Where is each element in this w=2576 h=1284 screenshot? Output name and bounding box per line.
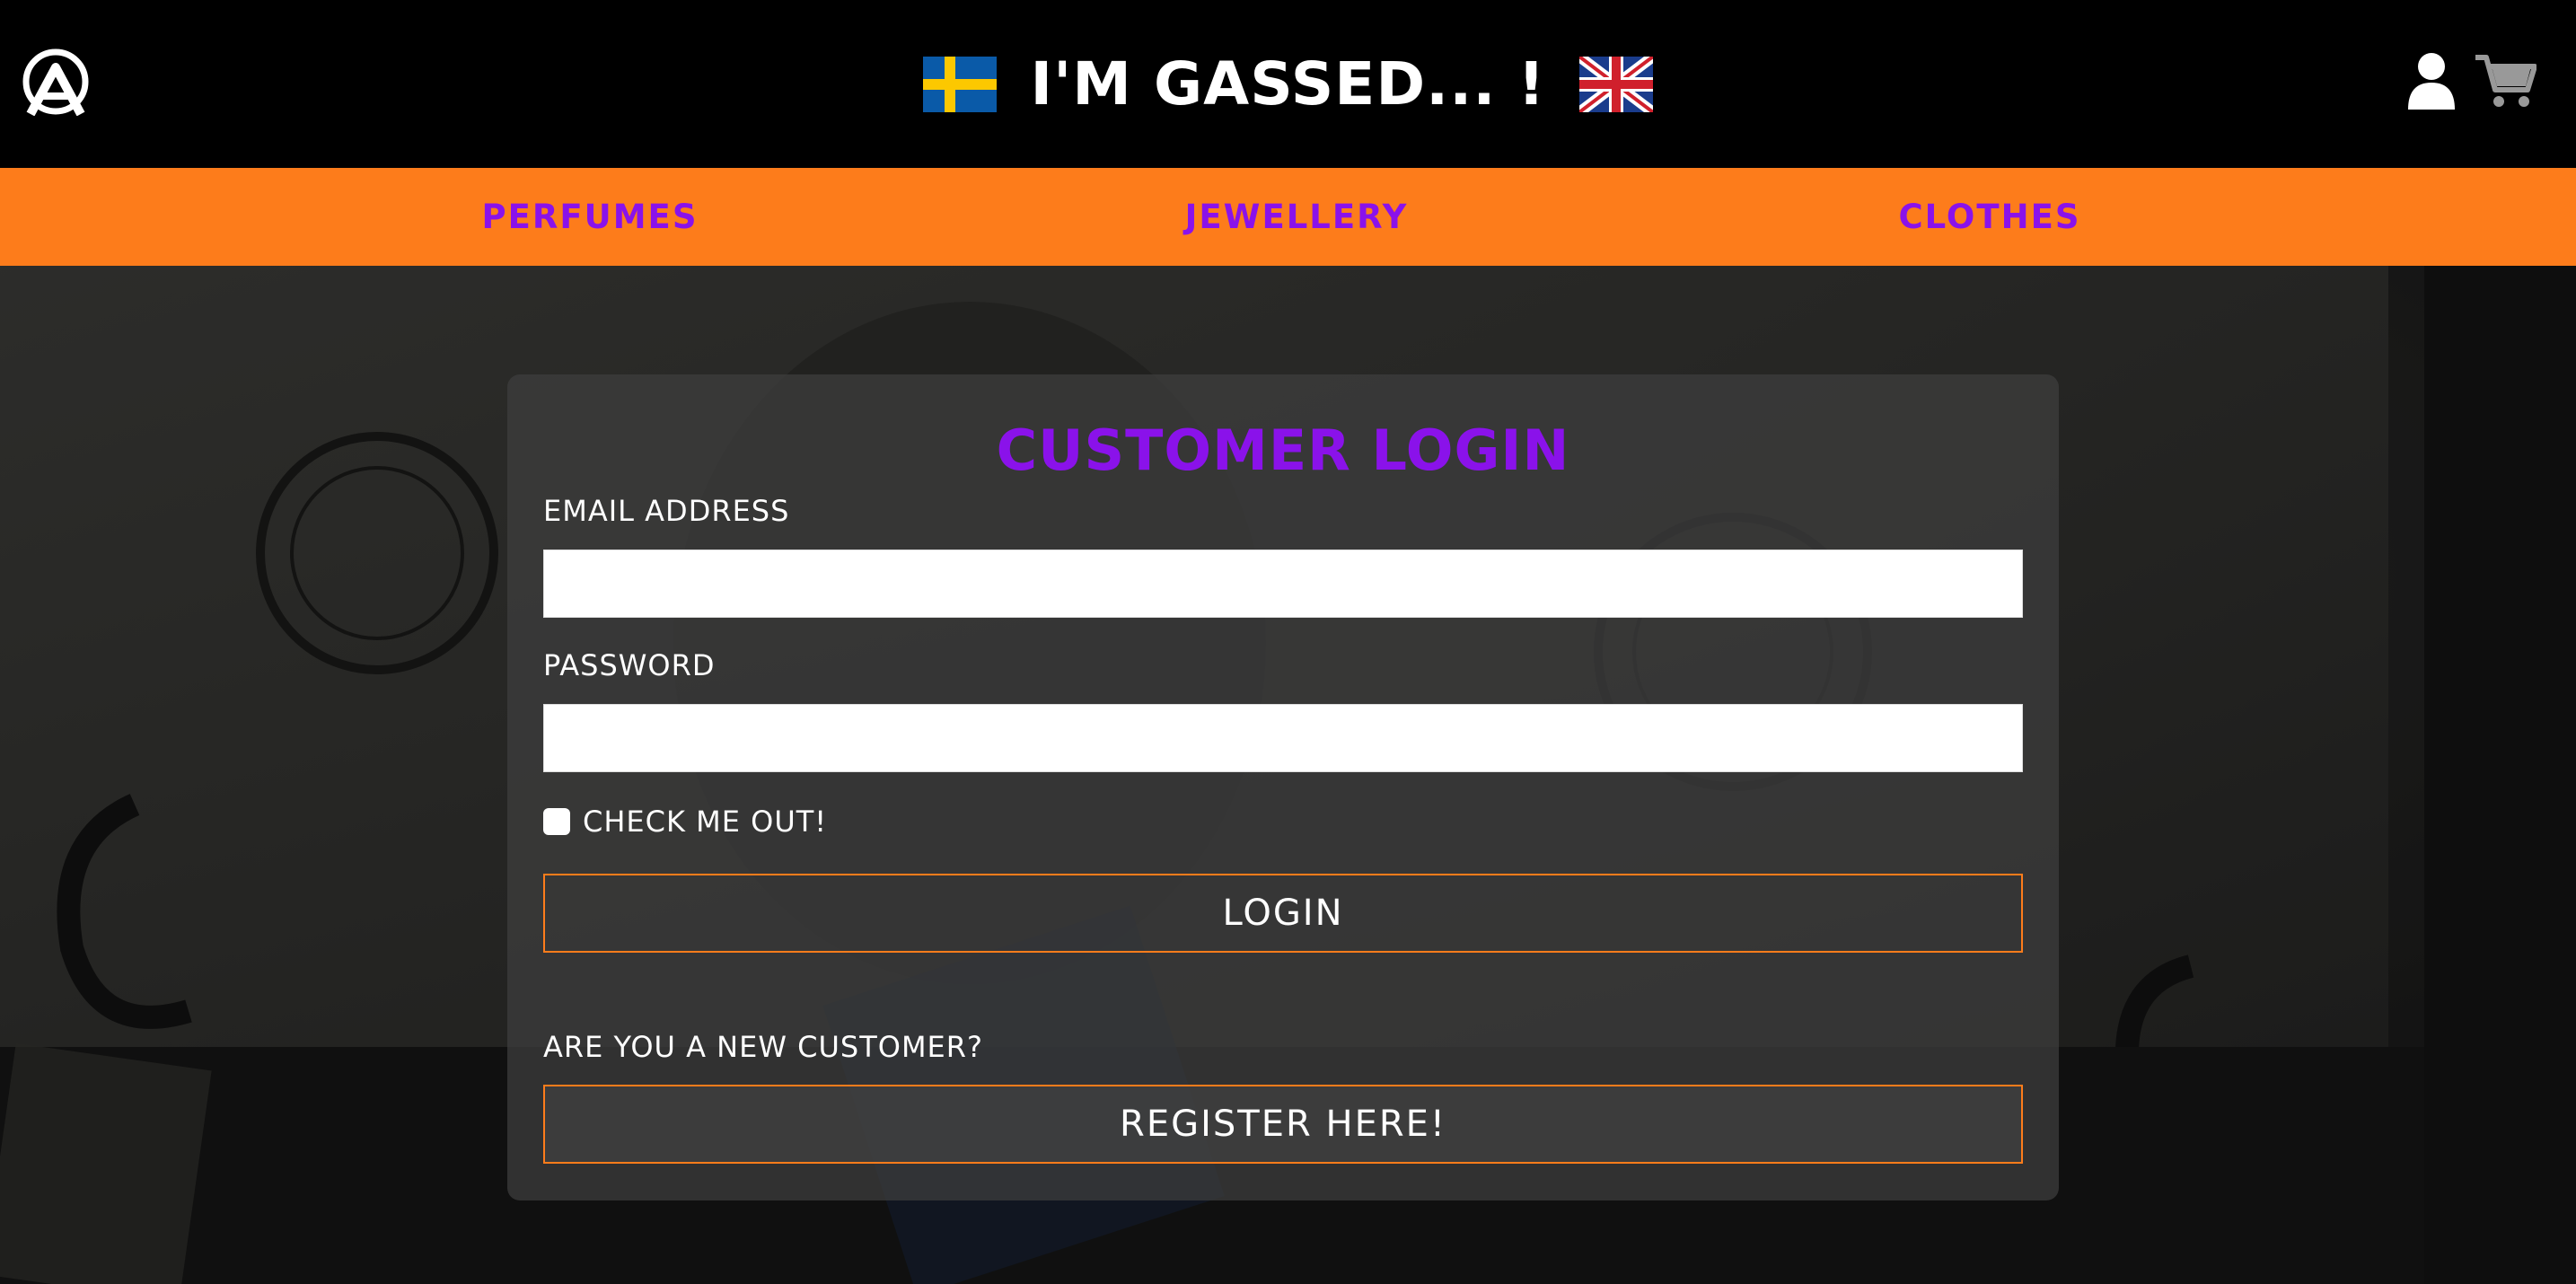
nav-item-clothes[interactable]: CLOTHES — [1899, 168, 2081, 266]
page-title: CUSTOMER LOGIN — [996, 418, 1570, 483]
uk-flag-icon[interactable] — [1579, 56, 1654, 112]
login-panel: CUSTOMER LOGIN EMAIL ADDRESS PASSWORD CH… — [507, 374, 2059, 1200]
user-icon[interactable] — [2406, 52, 2457, 110]
password-label: PASSWORD — [543, 648, 716, 682]
sweden-flag-icon[interactable] — [922, 56, 997, 112]
login-button[interactable]: LOGIN — [543, 874, 2023, 953]
register-button[interactable]: REGISTER HERE! — [543, 1085, 2023, 1164]
email-field[interactable] — [543, 550, 2023, 618]
nav-item-perfumes[interactable]: PERFUMES — [482, 168, 699, 266]
site-title[interactable]: I'M GASSED... ! — [1031, 49, 1546, 119]
remember-checkbox-row[interactable]: CHECK ME OUT! — [543, 805, 828, 839]
nav-item-jewellery[interactable]: JEWELLERY — [1185, 168, 1409, 266]
remember-checkbox[interactable] — [543, 808, 570, 835]
new-customer-text: ARE YOU A NEW CUSTOMER? — [543, 1030, 983, 1064]
email-label: EMAIL ADDRESS — [543, 494, 790, 528]
password-field[interactable] — [543, 704, 2023, 772]
site-header: I'M GASSED... ! — [0, 0, 2576, 168]
brand: I'M GASSED... ! — [0, 0, 2576, 168]
main-nav: PERFUMES JEWELLERY CLOTHES — [0, 168, 2576, 266]
remember-checkbox-label: CHECK ME OUT! — [583, 805, 828, 839]
cart-icon[interactable] — [2474, 52, 2536, 110]
